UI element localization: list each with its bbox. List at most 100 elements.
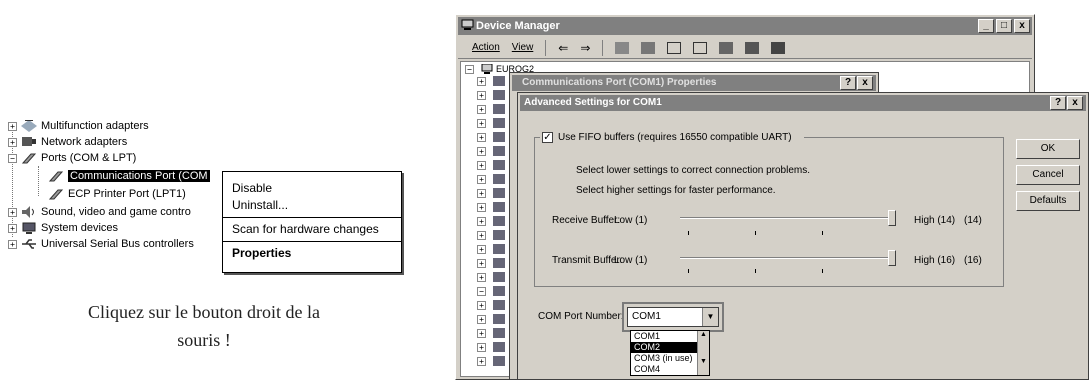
expand-icon[interactable]: +	[8, 223, 17, 233]
fifo-checkbox[interactable]: ✓	[542, 132, 553, 143]
expand-icon[interactable]: +	[477, 104, 486, 114]
tree-item-communications-port[interactable]: Communications Port (COM	[48, 168, 210, 184]
expand-icon[interactable]: +	[477, 132, 486, 142]
expand-icon[interactable]: +	[8, 137, 17, 147]
transmit-buffer-slider[interactable]	[680, 257, 892, 259]
device-category-row[interactable]: +	[477, 118, 505, 128]
expand-icon[interactable]: +	[477, 328, 486, 338]
dialog-titlebar[interactable]: Communications Port (COM1) Properties ? …	[512, 75, 876, 91]
back-icon[interactable]: ⇐	[558, 41, 568, 55]
expand-icon[interactable]: +	[477, 356, 486, 366]
device-category-row[interactable]: +	[477, 230, 505, 240]
tree-item-sound[interactable]: + Sound, video and game contro	[8, 204, 191, 220]
help-button[interactable]: ?	[840, 76, 856, 90]
tree-item-multifunction-adapters[interactable]: + Multifunction adapters	[8, 118, 149, 134]
menu-item-uninstall[interactable]: Uninstall...	[223, 197, 401, 214]
expand-icon[interactable]: +	[477, 146, 486, 156]
scroll-down-icon[interactable]: ▼	[698, 358, 709, 365]
expand-icon[interactable]: +	[477, 300, 486, 310]
expand-icon[interactable]: +	[477, 314, 486, 324]
collapse-icon[interactable]: −	[465, 64, 474, 74]
device-category-row[interactable]: +	[477, 244, 505, 254]
device-category-row[interactable]: +	[477, 314, 505, 324]
menu-view[interactable]: View	[512, 42, 534, 53]
help-button[interactable]: ?	[1050, 96, 1066, 110]
defaults-button[interactable]: Defaults	[1016, 191, 1080, 211]
slider-tick	[688, 231, 689, 235]
expand-icon[interactable]: +	[477, 174, 486, 184]
expand-icon[interactable]: +	[8, 239, 17, 249]
receive-slider-thumb[interactable]	[888, 210, 896, 226]
expand-icon[interactable]: −	[477, 286, 486, 296]
tree-item-label: ECP Printer Port (LPT1)	[68, 188, 186, 200]
cancel-button[interactable]: Cancel	[1016, 165, 1080, 185]
device-category-row[interactable]: −	[477, 286, 505, 296]
collapse-icon[interactable]: −	[8, 153, 17, 163]
show-hide-tree-icon[interactable]	[641, 41, 656, 54]
scan-icon[interactable]	[719, 41, 734, 54]
menu-item-properties[interactable]: Properties	[223, 245, 401, 262]
device-category-row[interactable]: +	[477, 272, 505, 282]
uninstall-icon[interactable]	[745, 41, 760, 54]
expand-icon[interactable]: +	[477, 230, 486, 240]
device-category-row[interactable]: +	[477, 132, 505, 142]
forward-icon[interactable]: ⇒	[580, 41, 590, 55]
device-category-row[interactable]: +	[477, 76, 505, 86]
up-folder-icon[interactable]	[615, 41, 630, 54]
expand-icon[interactable]: +	[477, 118, 486, 128]
device-category-row[interactable]: +	[477, 202, 505, 212]
device-category-row[interactable]: +	[477, 300, 505, 310]
tree-item-usb-controllers[interactable]: + Universal Serial Bus controllers	[8, 236, 194, 252]
close-button[interactable]: x	[1067, 96, 1083, 110]
scroll-up-icon[interactable]: ▲	[698, 331, 709, 338]
device-category-row[interactable]: +	[477, 342, 505, 352]
device-category-row[interactable]: +	[477, 146, 505, 156]
expand-icon[interactable]: +	[477, 258, 486, 268]
device-category-row[interactable]: +	[477, 328, 505, 338]
receive-buffer-slider[interactable]	[680, 217, 892, 219]
menu-action[interactable]: Action	[472, 42, 500, 53]
properties-icon[interactable]	[667, 41, 682, 54]
expand-icon[interactable]: +	[477, 160, 486, 170]
expand-icon[interactable]: +	[477, 342, 486, 352]
tree-item-network-adapters[interactable]: + Network adapters	[8, 134, 127, 150]
chevron-down-icon[interactable]: ▼	[702, 308, 718, 326]
disable-icon[interactable]	[771, 41, 786, 54]
close-button[interactable]: x	[1014, 19, 1030, 33]
expand-icon[interactable]: +	[477, 244, 486, 254]
device-category-row[interactable]: +	[477, 356, 505, 366]
minimize-button[interactable]: _	[978, 19, 994, 33]
expand-icon[interactable]: +	[8, 207, 17, 217]
expand-icon[interactable]: +	[477, 272, 486, 282]
tree-item-ports[interactable]: − Ports (COM & LPT)	[8, 150, 136, 166]
help-icon[interactable]	[693, 41, 708, 54]
device-category-row[interactable]: +	[477, 160, 505, 170]
tree-item-ecp-printer-port[interactable]: ECP Printer Port (LPT1)	[48, 186, 186, 202]
tree-item-system-devices[interactable]: + System devices	[8, 220, 118, 236]
menu-item-scan[interactable]: Scan for hardware changes	[223, 221, 401, 238]
expand-icon[interactable]: +	[477, 216, 486, 226]
maximize-button[interactable]: □	[996, 19, 1012, 33]
expand-icon[interactable]: +	[477, 188, 486, 198]
dialog-titlebar[interactable]: Advanced Settings for COM1 ? x	[520, 95, 1086, 111]
device-category-row[interactable]: +	[477, 104, 505, 114]
window-titlebar[interactable]: Device Manager _ □ x	[458, 17, 1032, 35]
device-icon	[493, 328, 505, 338]
transmit-slider-thumb[interactable]	[888, 250, 896, 266]
device-category-row[interactable]: +	[477, 188, 505, 198]
ok-button[interactable]: OK	[1016, 139, 1080, 159]
com-port-select[interactable]: COM1 ▼	[627, 307, 719, 327]
expand-icon[interactable]: +	[477, 76, 486, 86]
menu-item-disable[interactable]: Disable	[223, 180, 401, 197]
device-icon	[493, 300, 505, 310]
expand-icon[interactable]: +	[8, 121, 17, 131]
expand-icon[interactable]: +	[477, 202, 486, 212]
device-category-row[interactable]: +	[477, 90, 505, 100]
computer-icon	[461, 19, 474, 30]
device-category-row[interactable]: +	[477, 174, 505, 184]
dropdown-scrollbar[interactable]: ▲ ▼	[697, 331, 709, 375]
device-category-row[interactable]: +	[477, 216, 505, 226]
close-button[interactable]: x	[857, 76, 873, 90]
device-category-row[interactable]: +	[477, 258, 505, 268]
expand-icon[interactable]: +	[477, 90, 486, 100]
